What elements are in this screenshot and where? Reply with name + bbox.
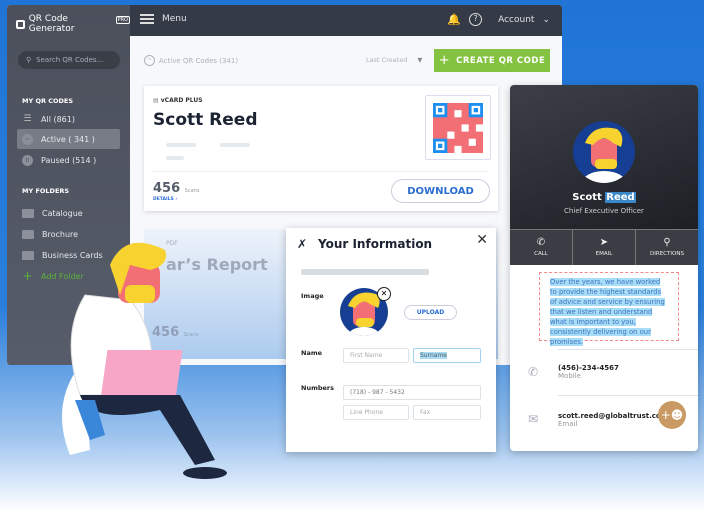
first-name: Scott [572, 192, 602, 203]
email-label: Email [558, 420, 578, 428]
help-icon[interactable]: ? [469, 13, 483, 26]
close-icon[interactable]: ✕ [476, 232, 488, 248]
pulse-icon: ~ [144, 55, 155, 66]
mobile-label: Mobile [558, 372, 581, 380]
account-menu[interactable]: Account [498, 15, 534, 25]
call-action[interactable]: ✆ CALL [510, 230, 573, 265]
caret-down-icon: ▼ [417, 56, 423, 64]
dialog-title: Your Information [318, 237, 433, 251]
add-person-icon: +☻ [660, 408, 684, 422]
line-phone-input[interactable]: Line Phone [343, 405, 409, 420]
qr-type-label: vCARD PLUS [160, 97, 203, 104]
vcard-preview: Scott Reed Chief Executive Officer ✆ CALL… [510, 85, 698, 451]
email-label: EMAIL [595, 251, 613, 257]
plus-icon: + [438, 53, 451, 68]
directions-label: DIRECTIONS [650, 251, 684, 257]
remove-image-button[interactable]: ✕ [377, 287, 391, 301]
search-placeholder: Search QR Codes... [36, 56, 104, 64]
phone-input[interactable]: (718) - 987 - 5432 [343, 385, 481, 400]
sidebar-item-all[interactable]: ☰ All (861) [17, 109, 120, 129]
section-my-qr-codes: MY QR CODES [22, 97, 74, 105]
sidebar-item-label: Active ( 341 ) [41, 134, 95, 144]
top-bar: Menu 🔔 ? Account ⌄ [130, 5, 562, 36]
qr-name: Scott Reed [153, 110, 258, 130]
scan-number: 456 [153, 181, 181, 196]
sidebar-item-paused[interactable]: II Paused (514 ) [17, 150, 120, 170]
mobile-number[interactable]: (456)-234-4567 [558, 364, 619, 372]
qr-card[interactable]: ▤ vCARD PLUS Scott Reed 456 Scans DETAIL… [144, 86, 498, 211]
pulse-icon: ~ [22, 133, 33, 145]
folder-catalogue[interactable]: Catalogue [17, 203, 120, 223]
menu-label: Menu [162, 14, 187, 24]
sort-label: Last Created [366, 56, 408, 64]
menu-button[interactable]: Menu [140, 14, 187, 24]
tools-icon: ✗ [297, 237, 308, 251]
last-name: Reed [605, 192, 636, 203]
search-input[interactable]: ⚲ Search QR Codes... [18, 51, 120, 69]
name-label: Name [301, 349, 323, 357]
phone-icon: ✆ [536, 237, 546, 248]
qr-logo-icon [16, 19, 25, 29]
upload-button[interactable]: UPLOAD [404, 305, 457, 320]
your-information-dialog: ✗ Your Information ✕ Image ✕ UPLOAD Name… [286, 228, 496, 452]
section-my-folders: MY FOLDERS [22, 187, 70, 195]
send-icon: ➤ [599, 237, 609, 248]
bell-icon[interactable]: 🔔 [447, 13, 461, 26]
profile-avatar [573, 121, 635, 183]
email-action[interactable]: ➤ EMAIL [573, 230, 636, 265]
brand: QR Code Generator PRO [16, 14, 130, 34]
email-address[interactable]: scott.reed@globaltrust.co [558, 412, 661, 420]
fax-input[interactable]: Fax [413, 405, 481, 420]
directions-action[interactable]: ⚲ DIRECTIONS [636, 230, 698, 265]
create-label: CREATE QR CODE [456, 55, 546, 66]
profile-title: Chief Executive Officer [564, 207, 644, 215]
surname-text: Surname [420, 352, 447, 359]
details-link[interactable]: DETAILS › [153, 197, 177, 202]
sidebar-item-label: Paused (514 ) [41, 155, 97, 165]
folder-icon [22, 208, 34, 218]
pause-icon: II [22, 154, 33, 166]
subtitle-text: Active QR Codes (341) [159, 56, 239, 65]
first-name-input[interactable]: First Name [343, 348, 409, 363]
phone-icon: ✆ [528, 365, 539, 379]
numbers-label: Numbers [301, 384, 334, 392]
chevron-down-icon[interactable]: ⌄ [542, 15, 550, 25]
surname-input[interactable]: Surname [413, 348, 481, 363]
about-text: Over the years, we have worked to provid… [539, 272, 679, 346]
create-qr-code-button[interactable]: + CREATE QR CODE [434, 49, 550, 72]
page-subtitle: ~ Active QR Codes (341) [144, 55, 238, 66]
sidebar-item-label: All (861) [41, 114, 75, 124]
vcard-icon: ▤ [153, 97, 159, 104]
brand-name: QR Code Generator [28, 14, 75, 34]
list-icon: ☰ [23, 114, 32, 124]
scan-count: 456 Scans [153, 181, 199, 196]
sidebar-item-active[interactable]: ~ Active ( 341 ) [17, 129, 120, 149]
image-label: Image [301, 292, 324, 300]
location-pin-icon: ⚲ [663, 237, 671, 248]
call-label: CALL [534, 251, 548, 257]
qr-code-image [425, 95, 491, 160]
mail-icon: ✉ [528, 412, 539, 426]
sort-dropdown[interactable]: Last Created ▼ [366, 56, 422, 64]
hamburger-icon [140, 14, 154, 24]
add-contact-button[interactable]: +☻ [658, 401, 686, 429]
scans-label: Scans [184, 188, 200, 194]
search-icon: ⚲ [26, 56, 32, 64]
download-button[interactable]: DOWNLOAD [391, 179, 490, 203]
qr-type: ▤ vCARD PLUS [153, 97, 203, 104]
person-illustration [62, 242, 227, 479]
profile-name: Scott Reed [510, 192, 698, 203]
about-text-content: Over the years, we have worked to provid… [550, 278, 665, 346]
folder-label: Catalogue [42, 208, 83, 218]
pro-badge: PRO [115, 16, 130, 24]
details-label: DETAILS [153, 197, 174, 202]
